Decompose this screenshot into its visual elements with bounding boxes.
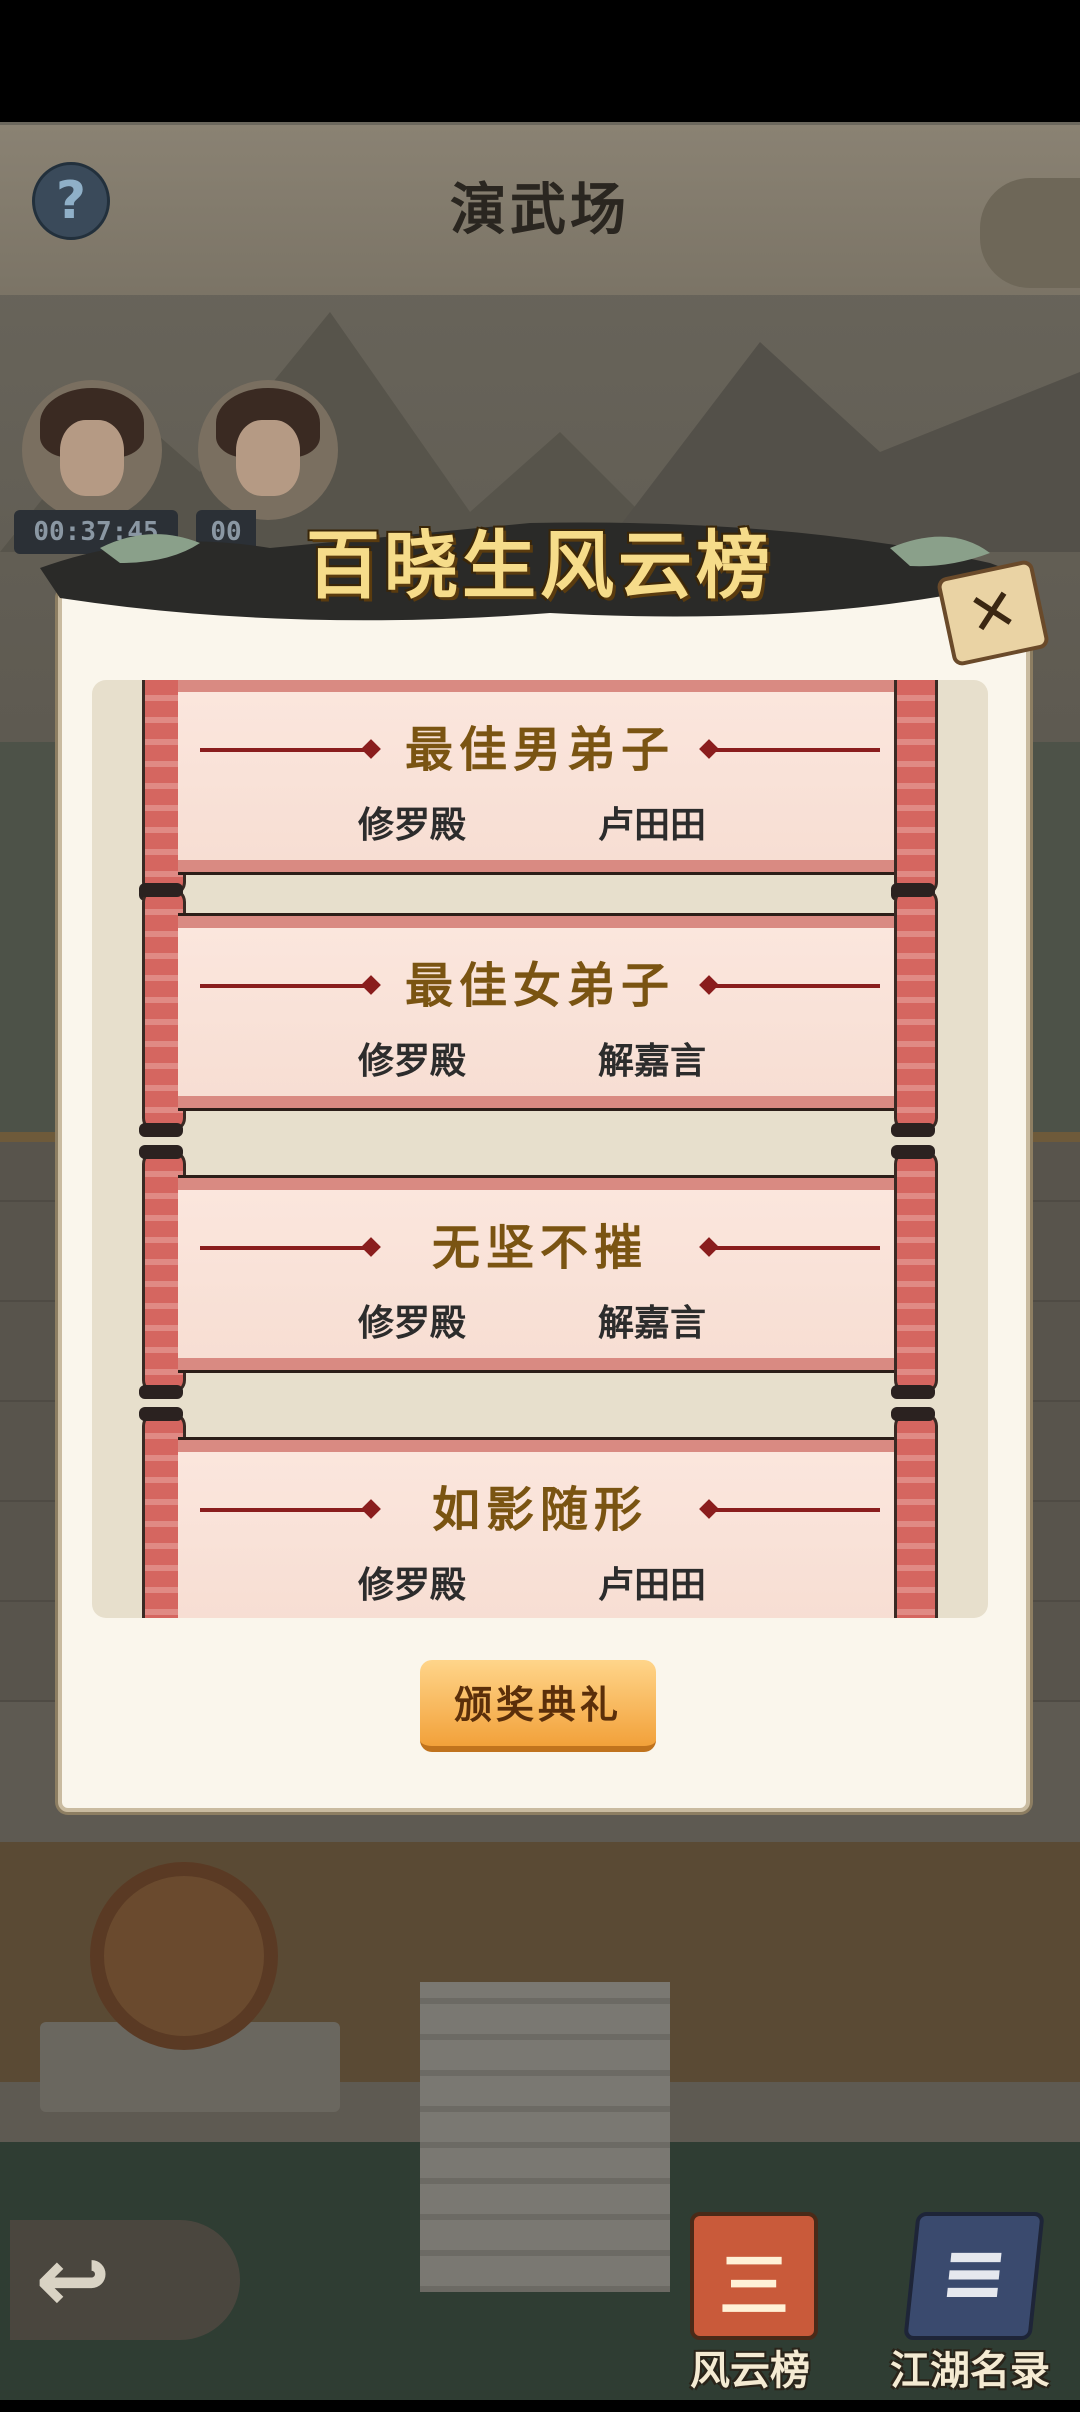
award-sect: 修罗殿 — [358, 805, 467, 846]
status-bar — [0, 0, 1080, 122]
avatar-female-disciple[interactable] — [22, 380, 162, 520]
award-scroll-item: 最佳女弟子 修罗殿 解嘉言 — [132, 883, 948, 1137]
award-winner-name: 解嘉言 — [598, 1041, 707, 1082]
scroll-paper: 如影随形 修罗殿 卢田田 — [178, 1440, 902, 1618]
award-sect: 修罗殿 — [358, 1041, 467, 1082]
award-title: 如影随形 — [431, 1482, 648, 1538]
award-scroll-item: 最佳男弟子 修罗殿 卢田田 — [132, 680, 948, 901]
award-scroll-item: 如影随形 修罗殿 卢田田 — [132, 1407, 948, 1618]
page-title: 演武场 — [450, 178, 630, 243]
scroll-rod-right — [891, 1407, 938, 1618]
award-title: 最佳女弟子 — [404, 958, 675, 1014]
award-scroll-item: 无坚不摧 修罗殿 解嘉言 — [132, 1145, 948, 1399]
award-ceremony-button[interactable]: 颁奖典礼 — [420, 1660, 656, 1752]
award-winner-name: 解嘉言 — [598, 1303, 707, 1344]
avatar-male-disciple[interactable] — [198, 380, 338, 520]
award-winner-name: 卢田田 — [598, 1565, 707, 1606]
award-title: 无坚不摧 — [431, 1220, 648, 1276]
scroll-ranking-icon — [690, 2212, 818, 2340]
scroll-paper: 最佳男弟子 修罗殿 卢田田 — [178, 680, 902, 872]
award-list[interactable]: 最佳男弟子 修罗殿 卢田田 最佳女弟子 修罗殿 解嘉言 无坚不摧 修罗殿 解嘉言 — [92, 680, 988, 1618]
award-winner-name: 卢田田 — [598, 805, 707, 846]
dialog-title: 百晓生风云榜 — [306, 523, 774, 609]
scene-drum — [90, 1862, 278, 2050]
nav-jianghu-roster-button[interactable]: 江湖名录 — [880, 2212, 1060, 2412]
scroll-rod-right — [891, 1145, 938, 1399]
award-title: 最佳男弟子 — [404, 722, 675, 778]
close-icon: ✕ — [961, 573, 1024, 651]
book-roster-icon — [903, 2212, 1045, 2340]
scroll-paper: 无坚不摧 修罗殿 解嘉言 — [178, 1178, 902, 1370]
nav-ranking-button[interactable]: 风云榜 — [660, 2212, 840, 2412]
scene-stairs — [420, 1982, 670, 2292]
nav-ranking-label: 风云榜 — [690, 2348, 810, 2394]
scroll-rod-right — [891, 680, 938, 901]
scroll-paper: 最佳女弟子 修罗殿 解嘉言 — [178, 916, 902, 1108]
back-arrow-icon: ↩ — [35, 2228, 111, 2333]
award-sect: 修罗殿 — [358, 1565, 467, 1606]
scroll-rod-right — [891, 883, 938, 1137]
award-sect: 修罗殿 — [358, 1303, 467, 1344]
nav-jianghu-label: 江湖名录 — [890, 2348, 1050, 2394]
